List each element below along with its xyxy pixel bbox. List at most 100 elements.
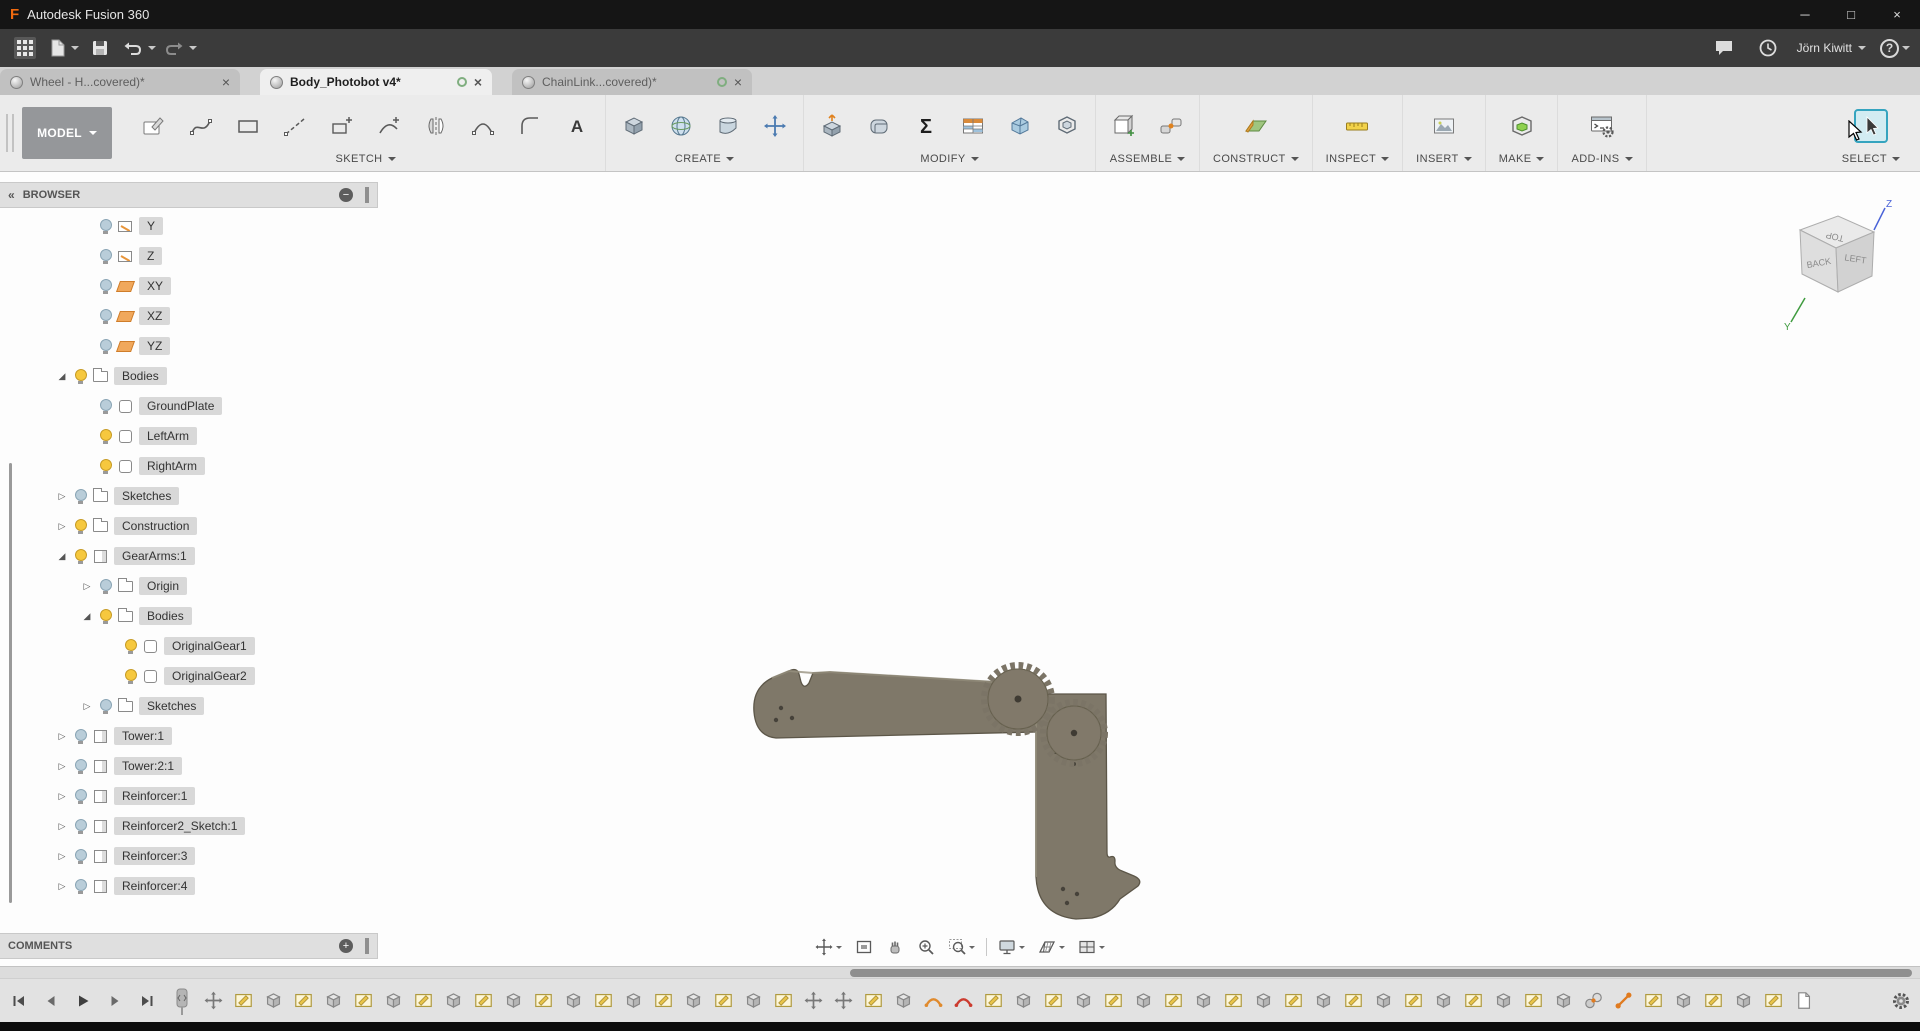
browser-item-tower-2-1[interactable]: ▷ Tower:2:1 xyxy=(0,751,378,781)
visibility-bulb-icon[interactable] xyxy=(100,398,112,414)
timeline-feature-extrude[interactable] xyxy=(1674,991,1693,1010)
timeline-feature-extrude[interactable] xyxy=(384,991,403,1010)
browser-item-tower-1[interactable]: ▷ Tower:1 xyxy=(0,721,378,751)
toolbar-grip[interactable] xyxy=(6,114,14,152)
browser-item-label[interactable]: Z xyxy=(139,247,163,265)
view-cube[interactable]: Z Y TOP BACK LEFT xyxy=(1772,196,1892,341)
mirror-button[interactable] xyxy=(421,111,451,141)
workspace-selector[interactable]: MODEL xyxy=(22,107,112,159)
timeline-feature-sketch[interactable] xyxy=(1284,991,1303,1010)
timeline-feature-extrude[interactable] xyxy=(1554,991,1573,1010)
model-geararms[interactable] xyxy=(753,662,1141,920)
tree-expander-icon[interactable]: ◢ xyxy=(55,551,69,562)
timeline-feature-paper[interactable] xyxy=(1794,991,1813,1010)
tree-expander-icon[interactable]: ▷ xyxy=(55,491,69,502)
timeline-feature-sketch[interactable] xyxy=(414,991,433,1010)
timeline-feature-joint[interactable] xyxy=(1584,991,1603,1010)
visibility-bulb-icon[interactable] xyxy=(75,788,87,804)
revolve-button[interactable] xyxy=(666,111,696,141)
select-tool-button[interactable] xyxy=(1853,108,1888,143)
timeline-feature-sketch[interactable] xyxy=(1644,991,1663,1010)
help-menu-button[interactable]: ? xyxy=(1880,33,1910,63)
visibility-bulb-icon[interactable] xyxy=(75,548,87,564)
visibility-bulb-icon[interactable] xyxy=(100,698,112,714)
ribbon-group-label-sketch[interactable]: SKETCH xyxy=(335,153,396,165)
timeline-feature-sketch[interactable] xyxy=(1704,991,1723,1010)
chamfer-button[interactable] xyxy=(1005,111,1035,141)
browser-item-label[interactable]: Bodies xyxy=(114,367,167,385)
timeline-feature-move[interactable] xyxy=(204,991,223,1010)
browser-item-label[interactable]: Reinforcer:1 xyxy=(114,787,196,805)
browser-item-label[interactable]: LeftArm xyxy=(139,427,198,445)
fillet-button[interactable] xyxy=(864,111,894,141)
browser-item-reinforcer-4[interactable]: ▷ Reinforcer:4 xyxy=(0,871,378,901)
browser-item-label[interactable]: Reinforcer2_Sketch:1 xyxy=(114,817,246,835)
document-tab-chainlink[interactable]: ChainLink...covered)* × xyxy=(512,69,752,95)
maximize-button[interactable]: □ xyxy=(1828,0,1874,29)
timeline-feature-sketch[interactable] xyxy=(354,991,373,1010)
visibility-bulb-icon[interactable] xyxy=(75,818,87,834)
timeline-feature-joint-orange[interactable] xyxy=(1614,991,1633,1010)
timeline-feature-sketch[interactable] xyxy=(594,991,613,1010)
browser-item-xy[interactable]: XY xyxy=(0,271,378,301)
browser-item-label[interactable]: YZ xyxy=(139,337,171,355)
document-tab-body-photobot[interactable]: Body_Photobot v4* × xyxy=(260,69,492,95)
new-component-button[interactable] xyxy=(1109,111,1139,141)
gear-original-gear1[interactable] xyxy=(981,662,1055,736)
timeline-feature-sketch[interactable] xyxy=(1404,991,1423,1010)
add-comment-button[interactable]: + xyxy=(339,939,353,953)
horizontal-scrollbar[interactable] xyxy=(0,966,1920,978)
timeline-feature-extrude[interactable] xyxy=(504,991,523,1010)
browser-item-label[interactable]: RightArm xyxy=(139,457,206,475)
tree-expander-icon[interactable]: ▷ xyxy=(55,761,69,772)
timeline-feature-extrude[interactable] xyxy=(564,991,583,1010)
orbit-button[interactable] xyxy=(884,936,906,958)
visibility-bulb-icon[interactable] xyxy=(100,218,112,234)
browser-item-label[interactable]: OriginalGear1 xyxy=(164,637,255,655)
zoom-button[interactable] xyxy=(915,936,937,958)
step-back-button[interactable] xyxy=(40,990,62,1012)
fit-point-spline-button[interactable] xyxy=(374,111,404,141)
viewport-canvas[interactable]: « BROWSER − Y Z XY XZ YZ ◢ Bodies GroundPlate Le… xyxy=(0,172,1920,966)
timeline-feature-extrude[interactable] xyxy=(1134,991,1153,1010)
zoom-window-button[interactable] xyxy=(946,936,977,958)
timeline-feature-extrude[interactable] xyxy=(624,991,643,1010)
sync-status-icon[interactable] xyxy=(456,77,467,87)
timeline-feature-sketch[interactable] xyxy=(774,991,793,1010)
browser-item-reinforcer-1[interactable]: ▷ Reinforcer:1 xyxy=(0,781,378,811)
browser-item-groundplate[interactable]: GroundPlate xyxy=(0,391,378,421)
tab-close-button[interactable]: × xyxy=(222,75,230,89)
pattern-button[interactable] xyxy=(760,111,790,141)
visibility-bulb-icon[interactable] xyxy=(75,488,87,504)
timeline-feature-sketch[interactable] xyxy=(864,991,883,1010)
timeline-feature-extrude[interactable] xyxy=(264,991,283,1010)
tree-expander-icon[interactable]: ▷ xyxy=(55,731,69,742)
tab-close-button[interactable]: × xyxy=(734,75,742,89)
browser-item-label[interactable]: XY xyxy=(139,277,172,295)
timeline-feature-arc-orange[interactable] xyxy=(924,991,943,1010)
timeline-feature-sketch[interactable] xyxy=(1464,991,1483,1010)
gear-original-gear2[interactable] xyxy=(1040,699,1108,767)
timeline-feature-extrude[interactable] xyxy=(1074,991,1093,1010)
tree-expander-icon[interactable]: ▷ xyxy=(55,851,69,862)
minimize-button[interactable]: ─ xyxy=(1782,0,1828,29)
browser-item-originalgear2[interactable]: OriginalGear2 xyxy=(0,661,378,691)
sync-status-icon[interactable] xyxy=(716,77,727,87)
timeline-feature-extrude[interactable] xyxy=(684,991,703,1010)
timeline-feature-sketch[interactable] xyxy=(1044,991,1063,1010)
document-tab-wheel[interactable]: Wheel - H...covered)* × xyxy=(0,69,240,95)
timeline-feature-extrude[interactable] xyxy=(1494,991,1513,1010)
browser-item-rightarm[interactable]: RightArm xyxy=(0,451,378,481)
tree-expander-icon[interactable]: ▷ xyxy=(80,701,94,712)
ribbon-group-label-modify[interactable]: MODIFY xyxy=(920,153,979,165)
browser-scrollbar[interactable] xyxy=(9,463,12,903)
timeline-feature-extrude[interactable] xyxy=(1434,991,1453,1010)
timeline-feature-extrude[interactable] xyxy=(1314,991,1333,1010)
sketch-text-button[interactable]: A xyxy=(562,111,592,141)
timeline-feature-extrude[interactable] xyxy=(1194,991,1213,1010)
job-status-button[interactable] xyxy=(1753,33,1783,63)
browser-item-construction[interactable]: ▷ Construction xyxy=(0,511,378,541)
visibility-bulb-icon[interactable] xyxy=(100,608,112,624)
ribbon-group-label-select[interactable]: SELECT xyxy=(1842,153,1900,165)
timeline-feature-sketch[interactable] xyxy=(714,991,733,1010)
